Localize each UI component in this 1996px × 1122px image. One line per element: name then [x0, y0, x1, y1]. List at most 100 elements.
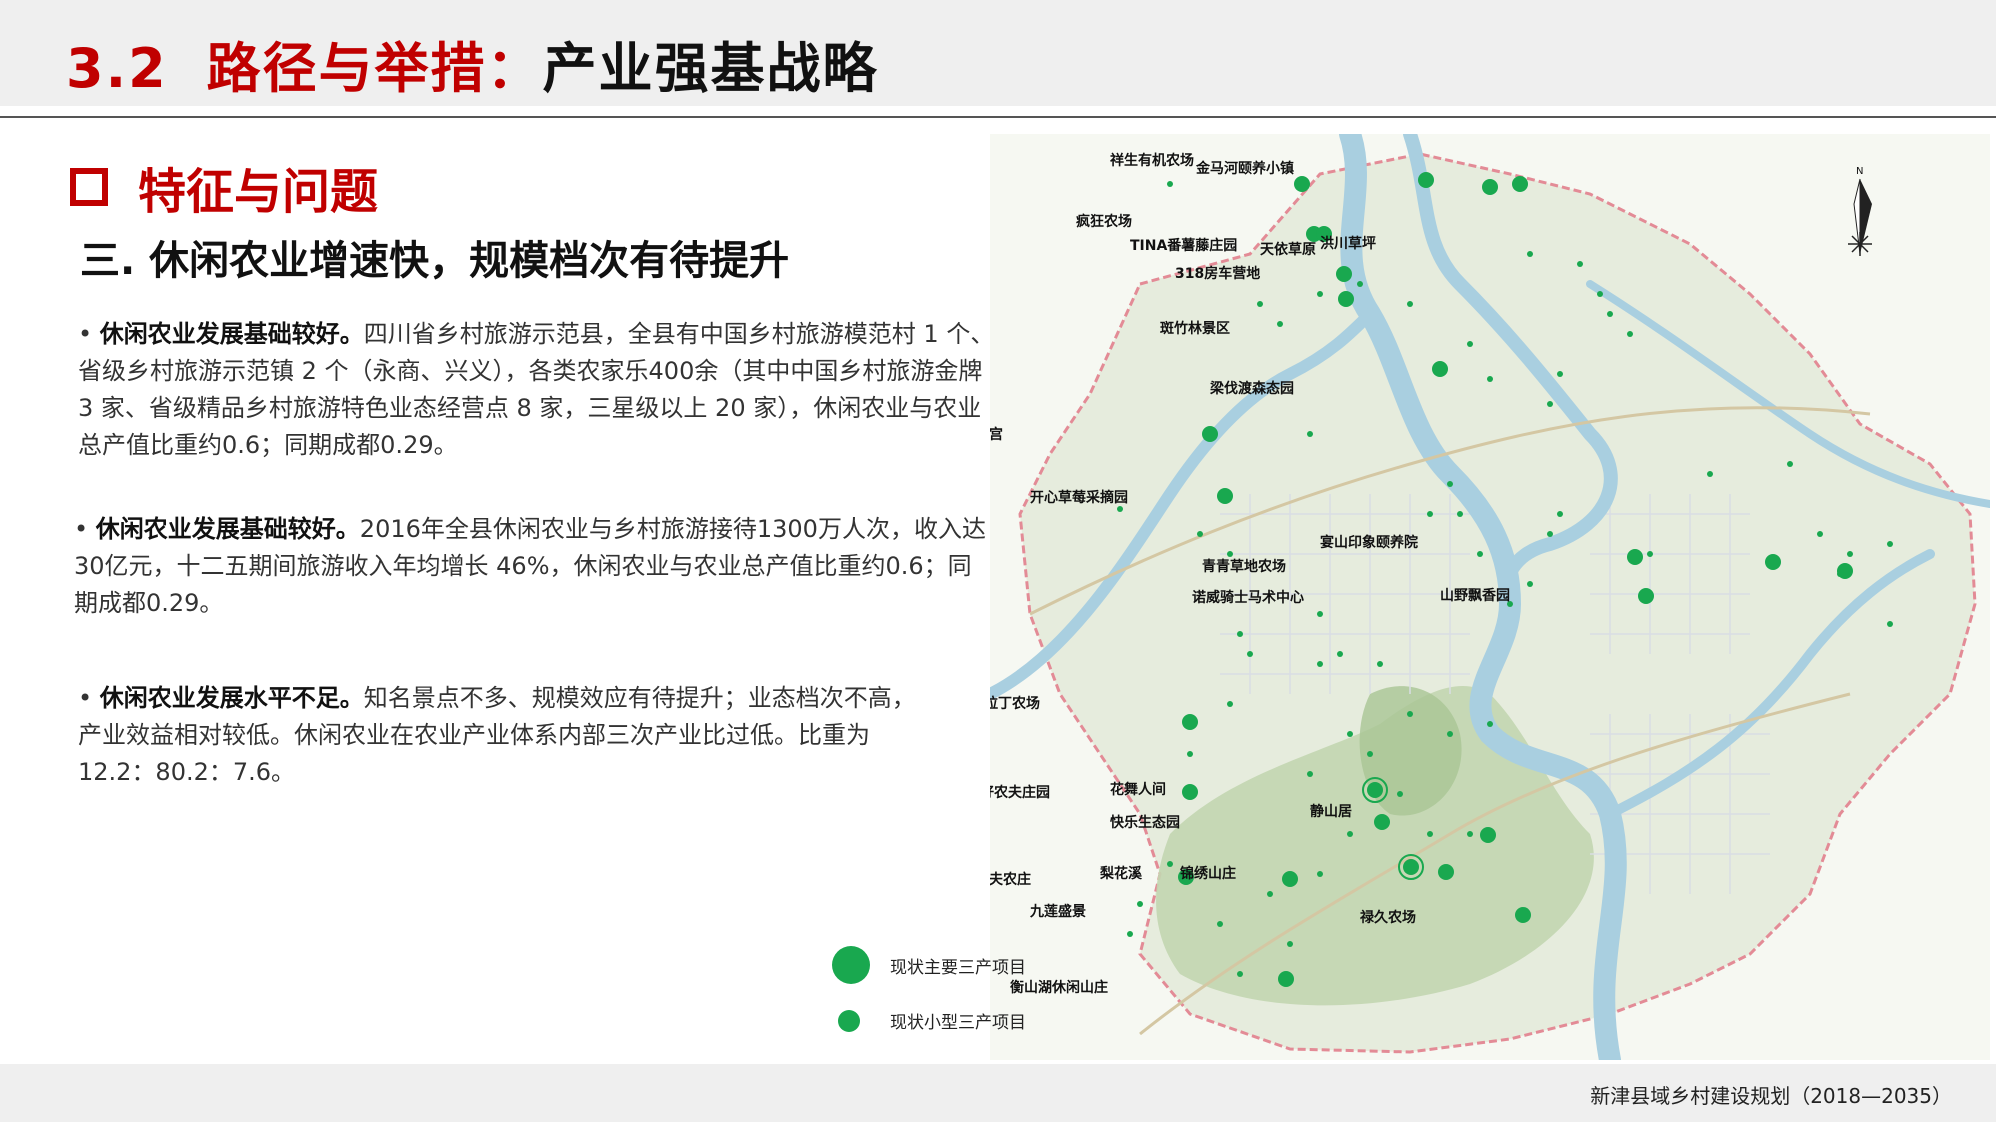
place-label: 阿拉丁农场: [990, 695, 1040, 712]
small-marker: [1307, 771, 1313, 777]
place-label: 山野飘香园: [1440, 587, 1510, 604]
small-marker: [1277, 321, 1283, 327]
small-marker: [1187, 751, 1193, 757]
place-label: 静山居: [1310, 803, 1352, 820]
bullet: •: [78, 320, 93, 348]
small-marker: [1137, 901, 1143, 907]
small-marker: [1407, 301, 1413, 307]
small-marker: [1467, 341, 1473, 347]
place-label: 宴山印象颐养院: [1320, 534, 1418, 551]
county-map: N 祥生有机农场 金马河颐养小镇 疯狂农场 TINA番薯藤庄园 天依草原 洪川草…: [990, 134, 1990, 1060]
section-title: 特征与问题: [138, 164, 379, 220]
place-label: 九莲盛景: [1029, 903, 1086, 920]
small-marker: [1627, 331, 1633, 337]
small-marker: [1247, 651, 1253, 657]
place-label: 玉米迷宫: [990, 426, 1003, 443]
place-label: 禄久农场: [1360, 909, 1416, 926]
north-label: N: [1856, 166, 1863, 177]
small-marker: [1447, 481, 1453, 487]
small-marker: [1527, 251, 1533, 257]
page-title: 3.2 路径与举措：产业强基战略: [66, 24, 878, 103]
small-marker: [1487, 721, 1493, 727]
small-marker: [1257, 301, 1263, 307]
title-red-part: 路径与举措：: [206, 37, 543, 100]
small-marker: [1167, 181, 1173, 187]
small-marker: [1817, 531, 1823, 537]
small-marker: [1887, 621, 1893, 627]
small-marker: [1457, 511, 1463, 517]
small-marker: [1227, 551, 1233, 557]
small-marker: [1477, 551, 1483, 557]
small-marker: [1557, 511, 1563, 517]
small-marker: [1847, 551, 1853, 557]
small-marker: [1287, 941, 1293, 947]
paragraph-lead: 休闲农业发展基础较好。: [99, 320, 364, 348]
place-label: 快乐生态园: [1110, 814, 1180, 831]
square-bullet-icon: [70, 168, 108, 206]
place-label: 梨花溪: [1099, 865, 1143, 882]
small-marker: [1357, 281, 1363, 287]
small-marker: [1787, 461, 1793, 467]
small-marker: [1547, 401, 1553, 407]
small-marker: [1607, 311, 1613, 317]
small-marker: [1887, 541, 1893, 547]
paragraph-2: • 休闲农业发展基础较好。2016年全县休闲农业与乡村旅游接待1300万人次，收…: [74, 511, 994, 622]
small-marker: [1317, 291, 1323, 297]
small-marker: [1347, 831, 1353, 837]
place-label: 疯狂农场: [1076, 213, 1132, 230]
small-marker: [1527, 581, 1533, 587]
small-marker: [1397, 791, 1403, 797]
small-marker: [1337, 651, 1343, 657]
small-marker: [1597, 291, 1603, 297]
small-marker: [1267, 891, 1273, 897]
place-label: 开心草莓采摘园: [1030, 489, 1128, 506]
small-marker: [1317, 871, 1323, 877]
subtitle: 三. 休闲农业增速快，规模档次有待提升: [80, 238, 790, 284]
small-marker: [1407, 711, 1413, 717]
small-marker: [1367, 751, 1373, 757]
paragraph-lead: 休闲农业发展基础较好。: [95, 515, 360, 543]
legend-major-marker-icon: [832, 946, 870, 984]
small-marker: [1467, 831, 1473, 837]
small-marker: [1707, 471, 1713, 477]
place-label: 318房车营地: [1175, 265, 1260, 282]
place-label: 诺威骑士马术中心: [1192, 589, 1304, 606]
place-label: 金马河颐养小镇: [1195, 160, 1294, 177]
small-marker: [1557, 371, 1563, 377]
small-marker: [1647, 551, 1653, 557]
place-label: 天依草原: [1260, 241, 1316, 258]
place-label: 祥生有机农场: [1110, 152, 1194, 169]
bullet: •: [78, 684, 93, 712]
header-bar: 3.2 路径与举措：产业强基战略: [0, 0, 1996, 106]
small-marker: [1377, 661, 1383, 667]
title-black-part: 产业强基战略: [542, 37, 879, 100]
place-label: 渔夫农庄: [990, 871, 1031, 888]
section-heading: 特征与问题: [70, 152, 378, 222]
place-label: TINA番薯藤庄园: [1130, 237, 1237, 254]
small-marker: [1227, 701, 1233, 707]
place-label: 锦绣山庄: [1180, 865, 1236, 882]
legend-minor-marker-icon: [838, 1009, 860, 1032]
small-marker: [1237, 971, 1243, 977]
paragraph-lead: 休闲农业发展水平不足。: [99, 684, 364, 712]
paragraph-1: • 休闲农业发展基础较好。四川省乡村旅游示范县，全县有中国乡村旅游模范村 1 个…: [78, 316, 998, 464]
small-marker: [1427, 831, 1433, 837]
bullet: •: [74, 515, 89, 543]
place-label: 洪川草坪: [1320, 235, 1376, 252]
small-marker: [1127, 931, 1133, 937]
header-divider: [0, 116, 1996, 118]
legend-minor-label: 现状小型三产项目: [890, 1013, 1026, 1033]
small-marker: [1307, 431, 1313, 437]
legend-minor: 现状小型三产项目: [838, 1008, 1026, 1033]
paragraph-3: • 休闲农业发展水平不足。知名景点不多、规模效应有待提升；业态档次不高，产业效益…: [78, 680, 928, 791]
small-marker: [1347, 731, 1353, 737]
small-marker: [1577, 261, 1583, 267]
small-marker: [1217, 921, 1223, 927]
place-label: 花舞人间: [1110, 781, 1166, 798]
legend-major-label: 现状主要三产项目: [890, 957, 1026, 978]
small-marker: [1447, 731, 1453, 737]
place-label: 斑竹林景区: [1160, 320, 1230, 337]
small-marker: [1547, 531, 1553, 537]
footer-text: 新津县域乡村建设规划（2018—2035）: [1590, 1084, 1952, 1108]
title-number: 3.2: [66, 37, 168, 100]
